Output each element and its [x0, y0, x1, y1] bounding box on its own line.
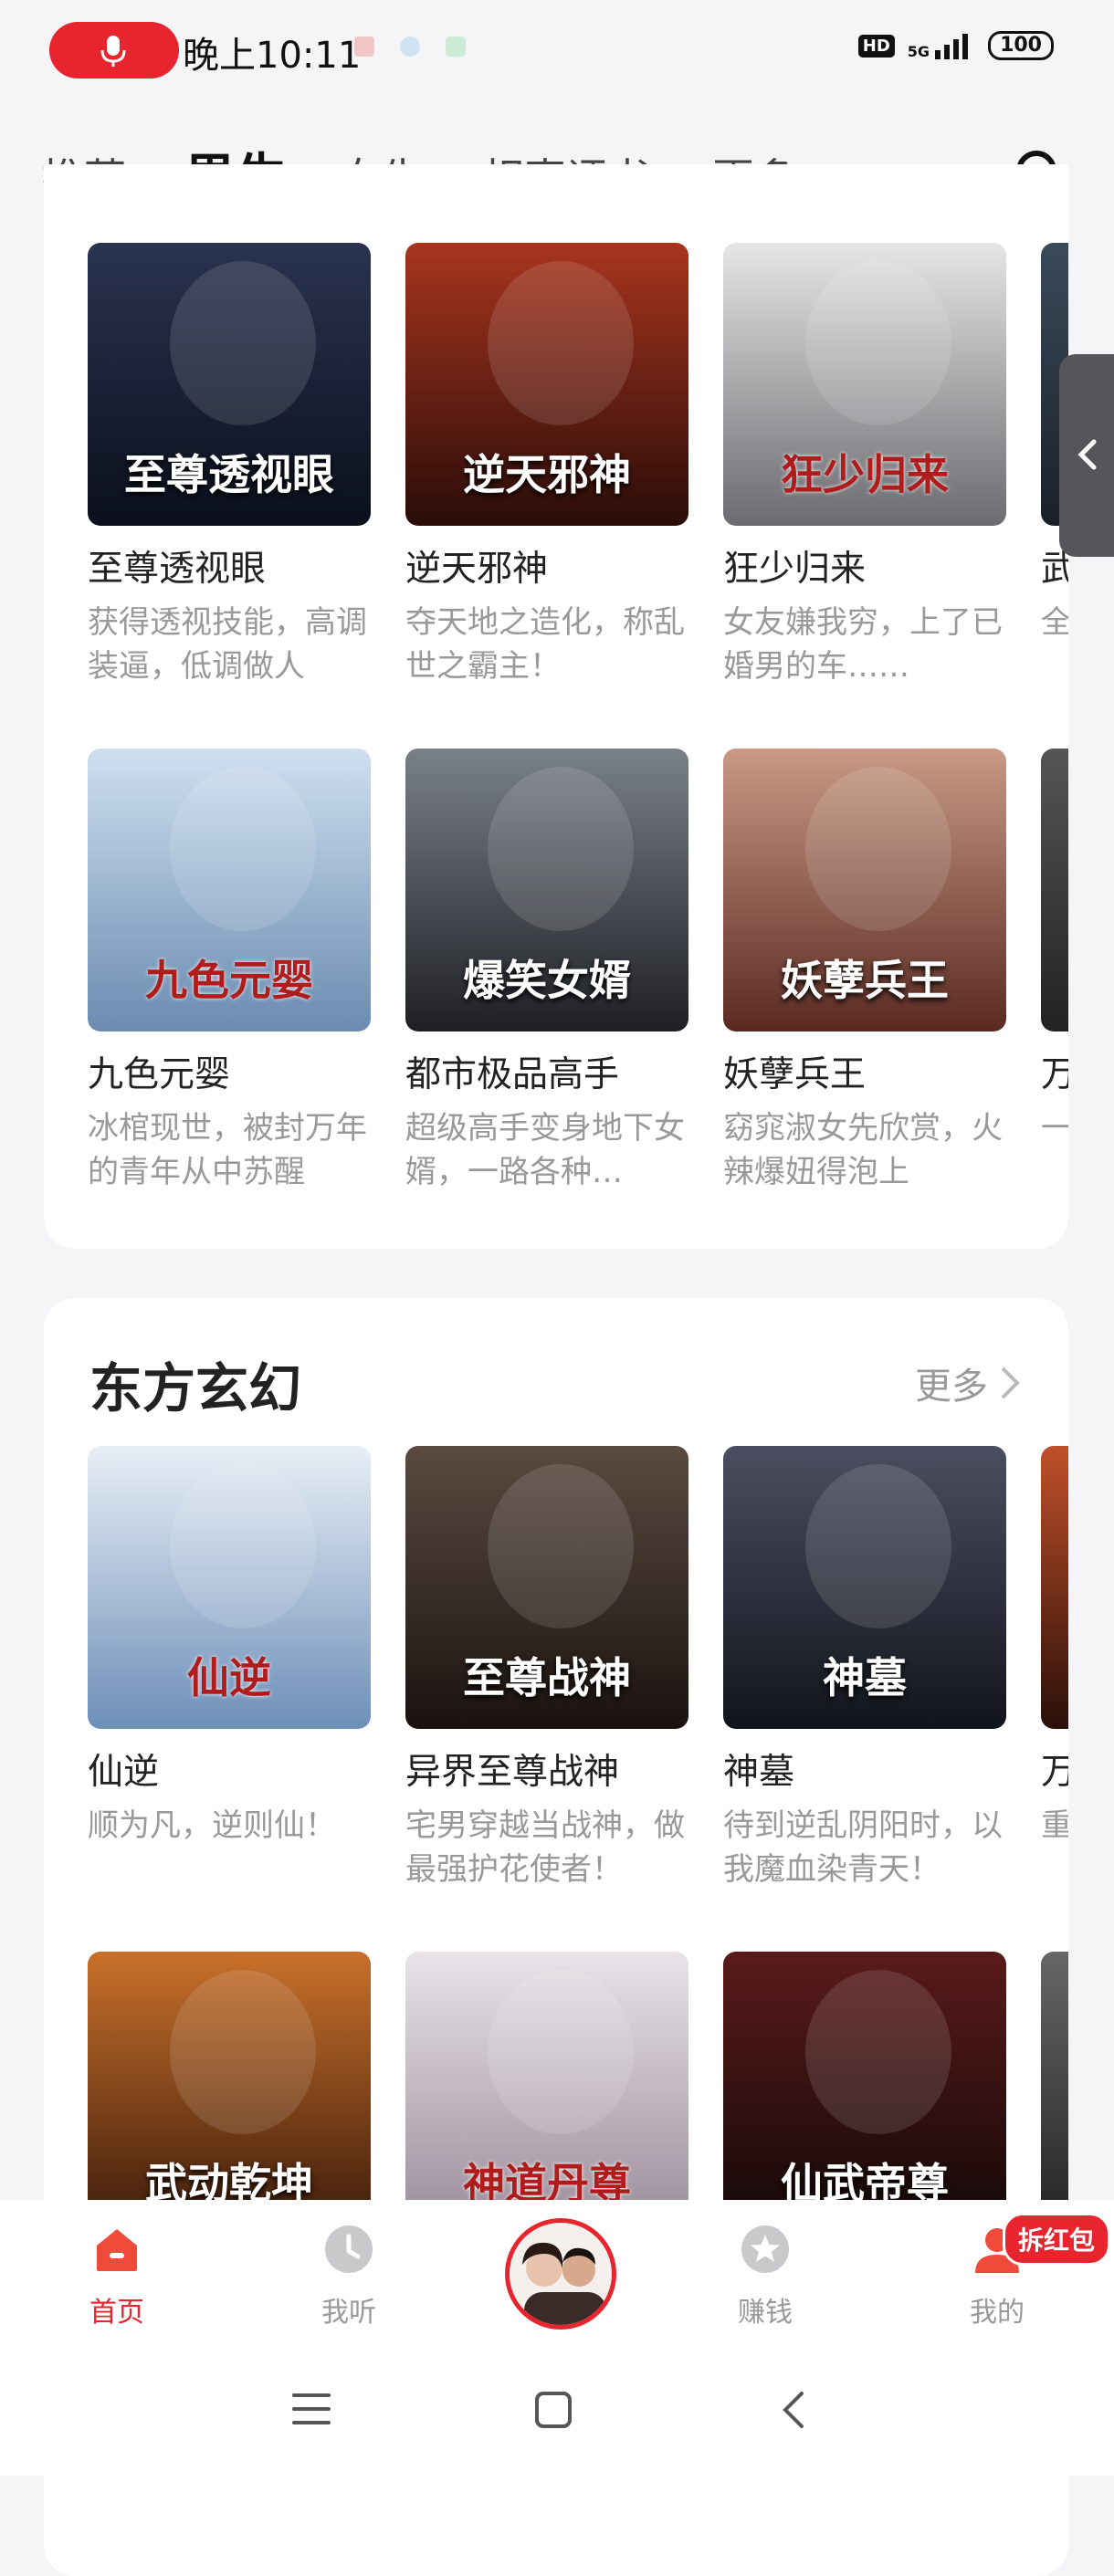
book-description: 冰棺现世，被封万年的青年从中苏醒: [88, 1110, 367, 1190]
book-item[interactable]: 爆笑女婿 都市极品高手 超级高手变身地下女婿，一路各种…: [405, 749, 688, 1194]
book-description: 女友嫌我穷，上了已婚男的车……: [723, 604, 1003, 685]
book-item[interactable]: 至尊透视眼 至尊透视眼 获得透视技能，高调装逼，低调做人: [88, 243, 371, 688]
book-title[interactable]: 万: [1041, 1046, 1068, 1097]
book-description: 全幻: [1041, 604, 1068, 641]
red-packet-badge[interactable]: 拆红包: [1003, 2213, 1111, 2266]
clock-time: 晚上10:11: [183, 35, 362, 77]
star-icon: [741, 2225, 789, 2273]
avatar: [510, 2223, 612, 2325]
book-cover[interactable]: 仙武帝尊: [723, 1952, 1006, 2235]
book-title[interactable]: 都市极品高手: [405, 1046, 688, 1097]
battery-indicator: 100: [988, 31, 1054, 60]
book-title[interactable]: 九色元婴: [88, 1046, 371, 1097]
book-title[interactable]: 逆天邪神: [405, 540, 688, 592]
book-description: 待到逆乱阴阳时，以我魔血染青天！: [723, 1807, 1003, 1888]
mic-recording-indicator[interactable]: [49, 22, 179, 79]
book-item-partial[interactable]: [1041, 1952, 1068, 2235]
book-cover[interactable]: 至尊透视眼: [88, 243, 371, 526]
book-cover[interactable]: 妖孽兵王: [723, 749, 1006, 1031]
book-item[interactable]: 仙逆 仙逆 顺为凡，逆则仙！: [88, 1446, 371, 1891]
book-item[interactable]: 妖孽兵王 妖孽兵王 窈窕淑女先欣赏，火辣爆妞得泡上: [723, 749, 1006, 1194]
book-cover[interactable]: 逆天邪神: [405, 243, 688, 526]
nav-earn[interactable]: 赚钱: [701, 2224, 829, 2330]
book-description: 宅男穿越当战神，做最强护花使者！: [405, 1807, 685, 1888]
book-item[interactable]: 至尊战神 异界至尊战神 宅男穿越当战神，做最强护花使者！: [405, 1446, 688, 1891]
center-avatar-button[interactable]: [505, 2218, 616, 2330]
home-square-icon[interactable]: [533, 2390, 573, 2430]
book-description: 重击: [1041, 1807, 1068, 1844]
nav-listening[interactable]: 我听: [285, 2224, 413, 2330]
book-description: 一九: [1041, 1110, 1068, 1147]
hd-indicator: HD: [857, 34, 895, 58]
microphone-icon: [100, 36, 126, 67]
clock-icon: [325, 2225, 373, 2273]
floating-side-handle[interactable]: [1059, 354, 1114, 557]
book-item-partial[interactable]: 万 一九: [1041, 749, 1068, 1194]
book-title[interactable]: 妖孽兵王: [723, 1046, 1006, 1097]
book-description: 超级高手变身地下女婿，一路各种…: [405, 1110, 685, 1190]
book-item[interactable]: 神墓 神墓 待到逆乱阴阳时，以我魔血染青天！: [723, 1446, 1006, 1891]
book-cover[interactable]: 九色元婴: [88, 749, 371, 1031]
book-title[interactable]: 神墓: [723, 1744, 1006, 1795]
book-cover[interactable]: [1041, 749, 1068, 1031]
section-more-link[interactable]: 更多: [915, 1356, 1021, 1409]
status-bar: 晚上10:11 HD 5G 100: [0, 0, 1114, 100]
book-title[interactable]: 狂少归来: [723, 540, 1006, 592]
book-description: 获得透视技能，高调装逼，低调做人: [88, 604, 367, 685]
chevron-right-icon: [1001, 1367, 1020, 1399]
book-cover[interactable]: 武动乾坤: [88, 1952, 371, 2235]
book-item[interactable]: 神道丹尊: [405, 1952, 688, 2235]
book-title[interactable]: 万: [1041, 1744, 1068, 1795]
notification-app-icon: [400, 37, 420, 57]
back-icon[interactable]: [780, 2390, 807, 2430]
system-navigation-bar: [0, 2337, 1114, 2476]
book-item[interactable]: 武动乾坤: [88, 1952, 371, 2235]
book-title[interactable]: 异界至尊战神: [405, 1744, 688, 1795]
book-cover[interactable]: 狂少归来: [723, 243, 1006, 526]
book-description: 夺天地之造化，称乱世之霸主！: [405, 604, 685, 685]
book-cover[interactable]: 神道丹尊: [405, 1952, 688, 2235]
book-cover[interactable]: 至尊战神: [405, 1446, 688, 1729]
book-item[interactable]: 九色元婴 九色元婴 冰棺现世，被封万年的青年从中苏醒: [88, 749, 371, 1194]
home-icon: [97, 2229, 137, 2271]
book-item[interactable]: 仙武帝尊: [723, 1952, 1006, 2235]
book-item-partial[interactable]: 万 重击: [1041, 1446, 1068, 1891]
recommend-section: 至尊透视眼 至尊透视眼 获得透视技能，高调装逼，低调做人 逆天邪神 逆天邪神 夺…: [44, 164, 1068, 1249]
menu-icon[interactable]: [290, 2390, 332, 2428]
signal-icon: 5G: [908, 32, 975, 59]
book-cover[interactable]: 爆笑女婿: [405, 749, 688, 1031]
book-cover[interactable]: 神墓: [723, 1446, 1006, 1729]
section-title: 东方玄幻: [89, 1357, 302, 1419]
book-cover[interactable]: [1041, 1952, 1068, 2235]
book-item[interactable]: 狂少归来 狂少归来 女友嫌我穷，上了已婚男的车……: [723, 243, 1006, 688]
book-title[interactable]: 仙逆: [88, 1744, 371, 1795]
book-description: 顺为凡，逆则仙！: [88, 1807, 336, 1844]
chevron-left-icon: [1077, 439, 1097, 470]
book-cover[interactable]: [1041, 1446, 1068, 1729]
nav-home[interactable]: 首页: [53, 2224, 181, 2330]
notification-app-icon: [354, 37, 374, 57]
book-title[interactable]: 至尊透视眼: [88, 540, 371, 592]
notification-app-icon: [446, 37, 466, 57]
book-item[interactable]: 逆天邪神 逆天邪神 夺天地之造化，称乱世之霸主！: [405, 243, 688, 688]
book-cover[interactable]: 仙逆: [88, 1446, 371, 1729]
book-description: 窈窕淑女先欣赏，火辣爆妞得泡上: [723, 1110, 1003, 1190]
